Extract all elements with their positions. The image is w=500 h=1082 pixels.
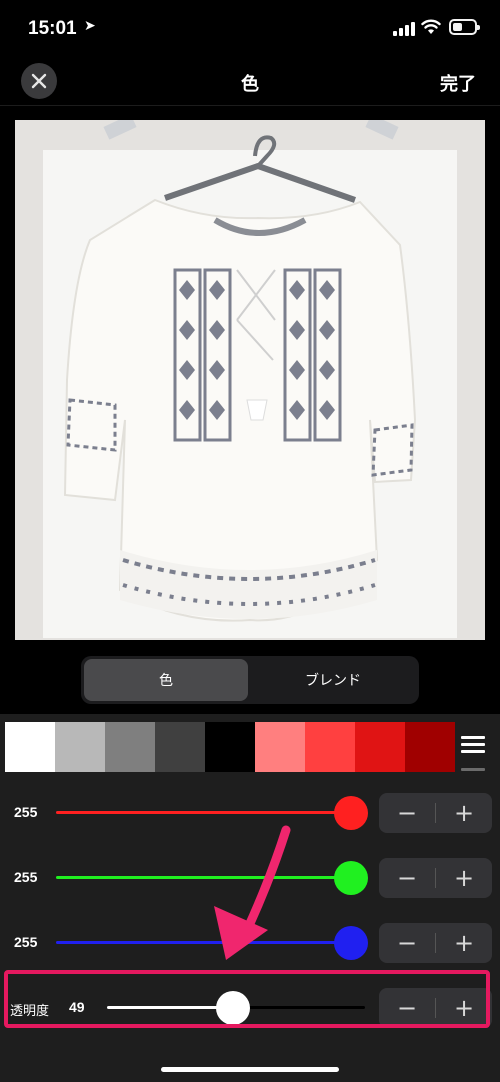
- red-stepper: − +: [379, 793, 492, 833]
- color-swatch[interactable]: [355, 722, 405, 772]
- location-arrow-icon: ➤: [84, 18, 96, 34]
- green-stepper: − +: [379, 858, 492, 898]
- decrease-button[interactable]: −: [379, 923, 435, 963]
- color-swatch[interactable]: [5, 722, 55, 772]
- green-value: 255: [14, 869, 38, 885]
- page-title: 色: [241, 74, 259, 95]
- red-value: 255: [14, 804, 38, 820]
- color-swatch[interactable]: [255, 722, 305, 772]
- green-slider-row: 255 − +: [0, 858, 500, 898]
- red-slider-row: 255 − +: [0, 793, 500, 833]
- nav-bar: 色 完了: [0, 58, 500, 106]
- status-time: 15:01: [28, 18, 77, 39]
- status-bar: 15:01 ➤: [0, 0, 500, 58]
- wifi-icon: [421, 19, 441, 34]
- red-slider-knob[interactable]: [334, 796, 368, 830]
- red-slider-track[interactable]: [56, 811, 352, 814]
- blue-slider-knob[interactable]: [334, 926, 368, 960]
- swatch-row: [5, 722, 455, 772]
- color-swatch[interactable]: [155, 722, 205, 772]
- blue-slider-row: 255 − +: [0, 923, 500, 963]
- home-indicator: [161, 1067, 339, 1072]
- green-slider-track[interactable]: [56, 876, 352, 879]
- green-slider-knob[interactable]: [334, 861, 368, 895]
- blue-slider-track[interactable]: [56, 941, 352, 944]
- increase-button[interactable]: +: [436, 793, 492, 833]
- decrease-button[interactable]: −: [379, 793, 435, 833]
- tab-blend[interactable]: ブレンド: [251, 659, 415, 701]
- color-swatch[interactable]: [105, 722, 155, 772]
- color-swatch[interactable]: [305, 722, 355, 772]
- menu-icon[interactable]: [458, 736, 488, 774]
- cellular-signal-icon: [393, 22, 415, 36]
- photo-preview: [15, 120, 485, 640]
- increase-button[interactable]: +: [436, 858, 492, 898]
- color-swatch[interactable]: [55, 722, 105, 772]
- increase-button[interactable]: +: [436, 923, 492, 963]
- mode-segmented-control: 色 ブレンド: [81, 656, 419, 704]
- color-swatch[interactable]: [205, 722, 255, 772]
- highlight-box: [4, 970, 490, 1028]
- decrease-button[interactable]: −: [379, 858, 435, 898]
- blue-value: 255: [14, 934, 38, 950]
- blue-stepper: − +: [379, 923, 492, 963]
- done-button[interactable]: 完了: [440, 70, 476, 96]
- tab-color[interactable]: 色: [84, 659, 248, 701]
- color-swatch[interactable]: [405, 722, 455, 772]
- battery-icon: [449, 19, 480, 35]
